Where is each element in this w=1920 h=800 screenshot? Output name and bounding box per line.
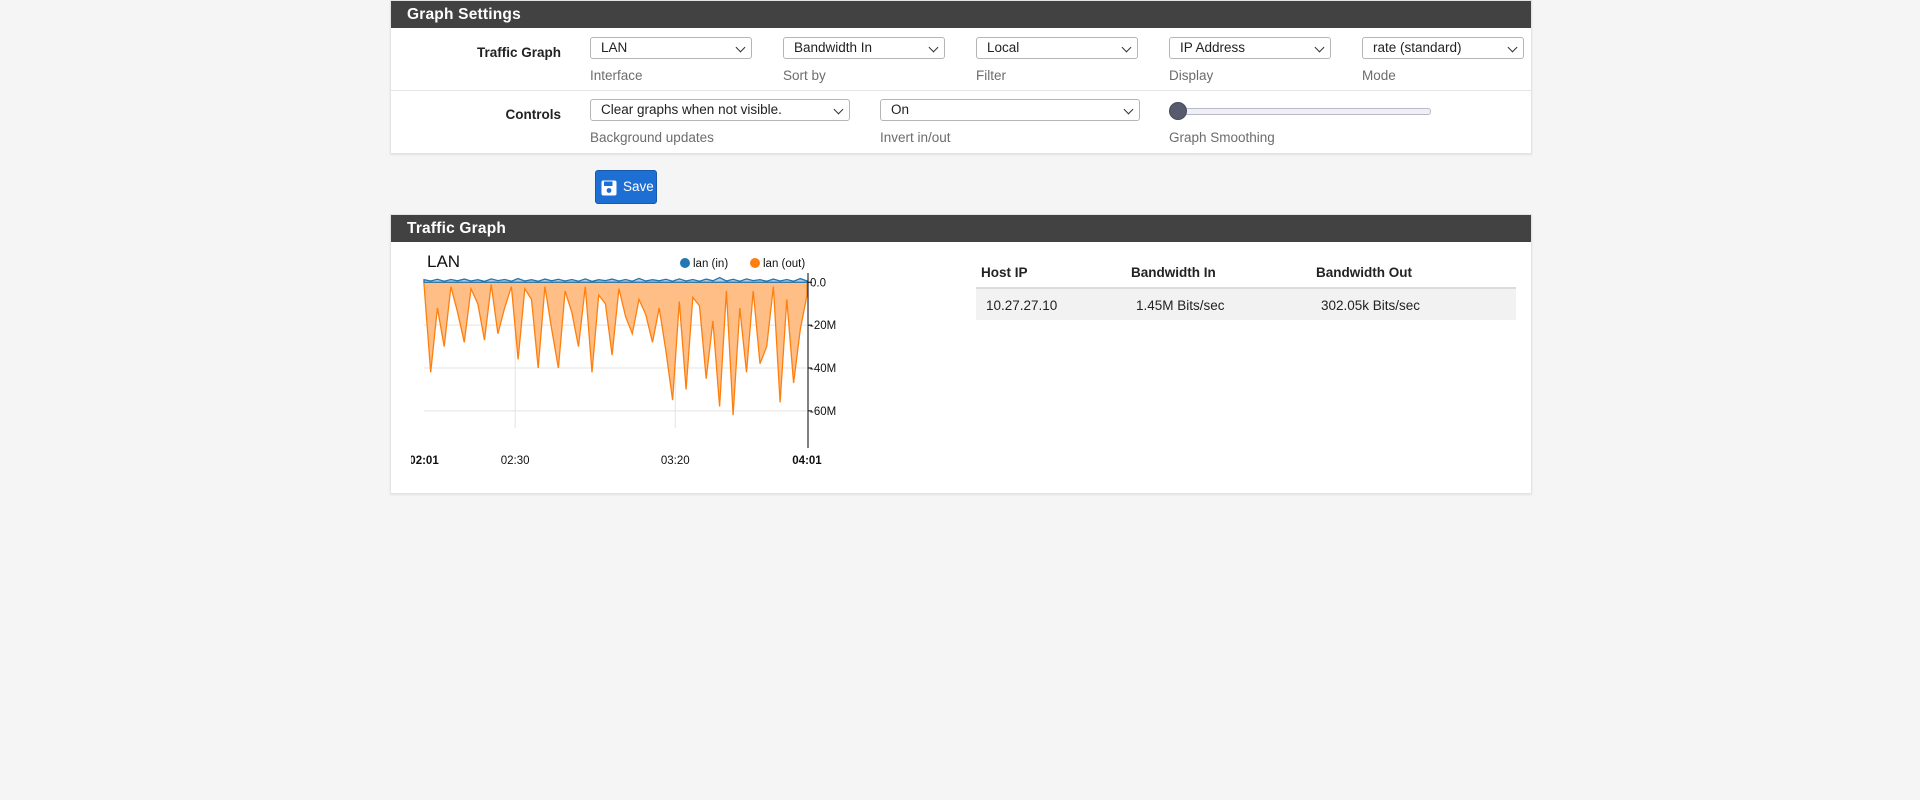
interface-help: Interface [590,68,643,83]
save-button-label: Save [623,179,654,194]
traffic-chart: 0.0 -20M -40M -60M 02:01 02:30 03:20 04:01 LAN… [411,252,836,467]
floppy-disk-icon [601,180,617,196]
chevron-down-icon [833,104,844,115]
sort-by-select-value: Bandwidth In [794,40,873,55]
traffic-graph-heading: Traffic Graph [391,215,1531,242]
filter-help: Filter [976,68,1006,83]
graph-smoothing-slider[interactable] [1169,108,1431,115]
series-area-lan-out [423,281,808,416]
display-help: Display [1169,68,1214,83]
cell-bandwidth-in: 1.45M Bits/sec [1136,298,1225,313]
invert-in-out-select-value: On [891,102,910,117]
traffic-graph-label: Traffic Graph [476,45,561,60]
interface-select-value: LAN [601,40,628,55]
x-tick-label: 04:01 [792,455,822,467]
controls-label: Controls [505,107,562,122]
invert-in-out-help: Invert in/out [880,130,951,145]
invert-in-out-select[interactable]: On [880,99,1140,121]
chevron-down-icon [928,42,939,53]
x-tick-label: 02:30 [501,455,530,467]
column-header-bandwidth-out: Bandwidth Out [1316,265,1412,280]
chevron-down-icon [1507,42,1518,53]
column-header-bandwidth-in: Bandwidth In [1131,265,1216,280]
x-tick-label: 02:01 [411,455,439,467]
graph-smoothing-slider-thumb[interactable] [1169,102,1187,120]
x-tick-label: 03:20 [661,455,690,467]
mode-help: Mode [1362,68,1396,83]
graph-settings-heading: Graph Settings [391,1,1531,28]
background-updates-help: Background updates [590,130,714,145]
chevron-down-icon [735,42,746,53]
display-select-value: IP Address [1180,40,1246,55]
sort-by-select[interactable]: Bandwidth In [783,37,945,59]
display-select[interactable]: IP Address [1169,37,1331,59]
graph-smoothing-help: Graph Smoothing [1169,130,1275,145]
chart-legend: lan (in) lan (out) [680,258,805,270]
legend-swatch [750,258,760,268]
chart-title: LAN [427,252,460,271]
chevron-down-icon [1123,104,1134,115]
chevron-down-icon [1121,42,1132,53]
cell-bandwidth-out: 302.05k Bits/sec [1321,298,1421,313]
mode-select[interactable]: rate (standard) [1362,37,1524,59]
legend-swatch [680,258,690,268]
x-axis-ticks: 02:01 02:30 03:20 04:01 [411,455,822,467]
y-axis-ticks: 0.0 -20M -40M -60M [808,277,836,418]
controls-settings-row: Controls Clear graphs when not visible. … [391,91,1531,153]
filter-select-value: Local [987,40,1020,55]
table-row: 10.27.27.10 1.45M Bits/sec 302.05k Bits/… [976,289,1516,320]
filter-select[interactable]: Local [976,37,1138,59]
traffic-graph-settings-row: Traffic Graph LAN Interface Bandwidth In… [391,28,1531,91]
column-header-host-ip: Host IP [981,265,1028,280]
y-tick-label: -20M [810,320,836,332]
cell-host-ip: 10.27.27.10 [986,298,1058,313]
y-tick-label: -40M [810,363,836,375]
y-tick-label: 0.0 [810,277,826,289]
background-updates-select[interactable]: Clear graphs when not visible. [590,99,850,121]
chevron-down-icon [1314,42,1325,53]
mode-select-value: rate (standard) [1373,40,1462,55]
sort-by-help: Sort by [783,68,826,83]
y-tick-label: -60M [810,406,836,418]
traffic-graph-panel: Traffic Graph 0.0 -20M -40M -60M 02:01 02:30… [390,214,1532,494]
save-button[interactable]: Save [595,170,657,204]
interface-select[interactable]: LAN [590,37,752,59]
legend-label: lan (in) [693,258,728,270]
legend-label: lan (out) [763,258,805,270]
background-updates-select-value: Clear graphs when not visible. [601,102,782,117]
series-area-lan-in [423,276,808,283]
graph-settings-panel: Graph Settings Traffic Graph LAN Interfa… [390,0,1532,154]
